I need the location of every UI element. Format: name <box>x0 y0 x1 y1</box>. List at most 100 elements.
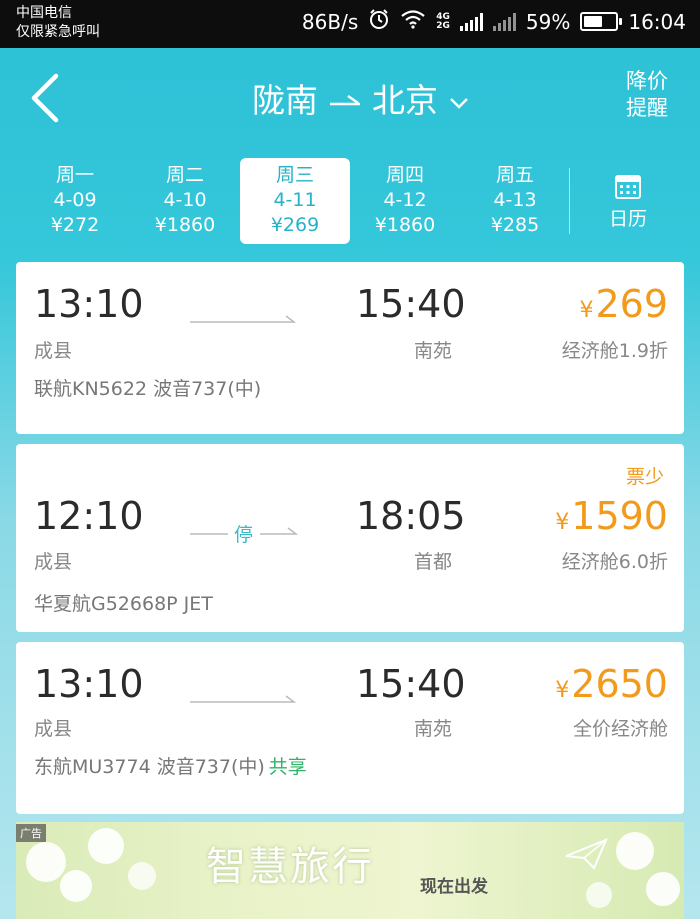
ad-subtitle: 现在出发 <box>420 877 488 897</box>
date-price: ¥272 <box>50 214 100 236</box>
flight-line-icon <box>190 315 297 323</box>
flight-price: ¥2650 <box>555 662 668 706</box>
cabin-class: 全价经济舱 <box>572 718 668 740</box>
flower-decoration <box>26 842 66 882</box>
flight-line-icon <box>190 695 297 703</box>
route-selector[interactable]: 陇南 北京 <box>252 74 470 122</box>
date-price: ¥285 <box>490 214 540 236</box>
battery-percent: 59% <box>525 9 571 34</box>
carrier-name: 中国电信 <box>16 5 72 21</box>
date-weekday: 周四 <box>385 164 424 186</box>
cabin-class: 经济舱6.0折 <box>561 551 668 573</box>
date-weekday: 周一 <box>55 164 94 186</box>
date-item-3[interactable]: 周四 4-12 ¥1860 <box>350 158 460 244</box>
arrival-airport: 南苑 <box>414 340 453 362</box>
flight-card-0[interactable]: 13:10 15:40 ¥269 成县 南苑 经济舱1.9折 联航KN5622 … <box>16 262 684 434</box>
signal-icon <box>459 12 483 31</box>
emergency-only-text: 仅限紧急呼叫 <box>16 24 100 40</box>
calendar-icon <box>615 175 641 199</box>
status-icons: 86B/s 4G 2G 59% 16:04 <box>302 8 686 35</box>
departure-airport: 成县 <box>34 718 73 740</box>
alarm-icon <box>368 8 390 35</box>
flight-card-1[interactable]: 票少 12:10 停 18:05 ¥1590 成县 首都 经济舱6.0折 华夏航… <box>16 444 684 632</box>
wifi-icon <box>400 9 426 34</box>
flight-info: 联航KN5622 波音737(中) <box>34 378 262 400</box>
date-price: ¥269 <box>270 214 320 236</box>
currency-symbol: ¥ <box>579 298 594 323</box>
departure-time: 13:10 <box>34 282 144 326</box>
app-header: 陇南 北京 降价 提醒 <box>0 48 700 148</box>
arrival-airport: 首都 <box>414 551 453 573</box>
date-weekday: 周三 <box>275 164 314 186</box>
flight-card-2[interactable]: 13:10 15:40 ¥2650 成县 南苑 全价经济舱 东航MU3774 波… <box>16 642 684 814</box>
flower-decoration <box>586 882 612 908</box>
destination-city: 北京 <box>372 81 438 120</box>
cabin-class: 经济舱1.9折 <box>561 340 668 362</box>
currency-symbol: ¥ <box>555 510 570 535</box>
departure-airport: 成县 <box>34 340 73 362</box>
date-divider <box>569 168 570 234</box>
departure-time: 13:10 <box>34 662 144 706</box>
price-alert-label-1: 降价 <box>626 69 668 93</box>
clock: 16:04 <box>628 9 686 34</box>
arrival-time: 15:40 <box>356 662 466 706</box>
origin-city: 陇南 <box>252 81 318 120</box>
flight-line-arrow-icon <box>260 527 298 535</box>
flower-decoration <box>60 870 92 902</box>
flight-info: 华夏航G52668P JET <box>34 593 213 615</box>
departure-airport: 成县 <box>34 551 73 573</box>
calendar-button[interactable]: 日历 <box>598 172 658 231</box>
ad-title: 智慧旅行 <box>206 844 374 890</box>
departure-time: 12:10 <box>34 494 144 538</box>
flight-info: 东航MU3774 波音737(中) 共享 <box>34 752 307 779</box>
battery-icon <box>580 12 623 31</box>
paper-plane-icon <box>565 838 608 870</box>
date-item-0[interactable]: 周一 4-09 ¥272 <box>20 158 130 244</box>
ad-badge: 广告 <box>16 824 46 842</box>
chevron-down-icon <box>448 79 470 118</box>
calendar-label: 日历 <box>608 208 647 230</box>
date-day: 4-13 <box>493 189 537 211</box>
price-value: 1590 <box>571 494 668 538</box>
flower-decoration <box>88 828 124 864</box>
date-day: 4-09 <box>53 189 97 211</box>
carrier-info: 中国电信 仅限紧急呼叫 <box>16 4 100 42</box>
network-type: 4G 2G <box>436 12 450 31</box>
date-price: ¥1860 <box>374 214 436 236</box>
arrival-time: 15:40 <box>356 282 466 326</box>
date-weekday: 周二 <box>165 164 204 186</box>
date-day: 4-10 <box>163 189 207 211</box>
flight-price: ¥269 <box>579 282 668 326</box>
network-speed: 86B/s <box>301 9 359 34</box>
no-signal-icon <box>492 12 516 31</box>
status-bar: 中国电信 仅限紧急呼叫 86B/s 4G 2G 59% 16:04 <box>0 0 700 48</box>
date-weekday: 周五 <box>495 164 534 186</box>
back-button[interactable] <box>26 70 66 126</box>
flight-price: ¥1590 <box>555 494 668 538</box>
flight-line-icon <box>190 533 228 535</box>
date-item-2-selected[interactable]: 周三 4-11 ¥269 <box>240 158 350 244</box>
price-value: 2650 <box>571 662 668 706</box>
arrival-time: 18:05 <box>356 494 466 538</box>
date-item-4[interactable]: 周五 4-13 ¥285 <box>460 158 570 244</box>
price-value: 269 <box>595 282 668 326</box>
low-stock-badge: 票少 <box>625 466 664 488</box>
date-day: 4-11 <box>273 189 317 211</box>
ad-banner[interactable]: 广告 智慧旅行 现在出发 <box>16 822 684 919</box>
date-day: 4-12 <box>383 189 427 211</box>
flight-info-text: 东航MU3774 波音737(中) <box>34 756 265 778</box>
price-alert-label-2: 提醒 <box>626 96 668 120</box>
arrival-airport: 南苑 <box>414 718 453 740</box>
network-type-bottom: 2G <box>436 20 450 31</box>
date-item-1[interactable]: 周二 4-10 ¥1860 <box>130 158 240 244</box>
flower-decoration <box>616 832 654 870</box>
route-arrow-icon <box>328 79 362 118</box>
date-selector: 周一 4-09 ¥272 周二 4-10 ¥1860 周三 4-11 ¥269 … <box>0 158 700 246</box>
back-arrow-icon <box>31 73 59 123</box>
flower-decoration <box>128 862 156 890</box>
price-alert-button[interactable]: 降价 提醒 <box>626 68 668 122</box>
codeshare-badge: 共享 <box>268 756 307 778</box>
date-price: ¥1860 <box>154 214 216 236</box>
stopover-label: 停 <box>234 524 254 546</box>
flower-decoration <box>646 872 680 906</box>
